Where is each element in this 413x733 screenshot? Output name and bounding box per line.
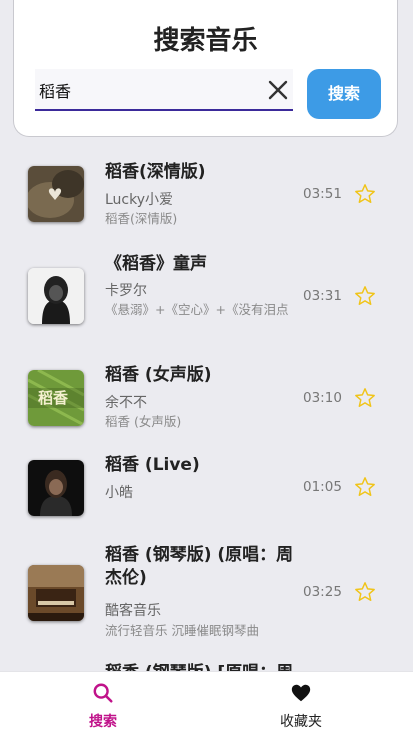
star-icon[interactable] <box>354 387 376 409</box>
star-icon[interactable] <box>354 285 376 307</box>
star-icon[interactable] <box>354 476 376 498</box>
star-icon[interactable] <box>354 183 376 205</box>
song-duration: 03:51 <box>303 186 342 202</box>
cover-caption: 稻香 <box>38 389 69 407</box>
album-cover <box>28 166 84 222</box>
song-title: 稻香(深情版) <box>105 162 206 182</box>
search-field[interactable] <box>35 69 293 111</box>
bottom-nav: 搜索 收藏夹 <box>0 671 413 733</box>
song-duration: 03:25 <box>303 584 342 600</box>
star-icon[interactable] <box>354 581 376 603</box>
search-icon <box>93 683 113 703</box>
album-cover <box>28 460 84 516</box>
search-panel: 搜索音乐 搜索 <box>13 0 398 137</box>
list-item[interactable]: 《稻香》童声 卡罗尔 《悬溺》+《空心》+《没有泪点 03:31 <box>0 248 413 352</box>
song-album: 《悬溺》+《空心》+《没有泪点 <box>105 302 289 317</box>
song-title: 稻香 (钢琴版) (原唱：周杰伦) <box>105 545 294 588</box>
search-input[interactable] <box>37 75 261 105</box>
song-artist: 余不不 <box>105 395 147 411</box>
page-title: 搜索音乐 <box>153 26 258 56</box>
song-album: 流行轻音乐 沉睡催眠钢琴曲 <box>105 623 259 638</box>
list-item[interactable]: 稻香 稻香 (女声版) 余不不 稻香 (女声版) 03:10 <box>0 352 413 446</box>
song-artist: Lucky小爱 <box>105 192 174 208</box>
list-item[interactable]: 稻香(深情版) Lucky小爱 稻香(深情版) 03:51 <box>0 148 413 248</box>
album-cover <box>28 268 84 324</box>
search-button[interactable]: 搜索 <box>307 69 381 119</box>
song-artist: 卡罗尔 <box>105 283 147 299</box>
song-artist: 小皓 <box>105 485 133 501</box>
song-album: 稻香 (女声版) <box>105 414 182 429</box>
song-title: 稻香 (Live) <box>105 455 200 475</box>
song-title: 《稻香》童声 <box>105 254 207 274</box>
heart-icon <box>291 684 311 702</box>
list-item[interactable]: 稻香 (钢琴版) (原唱：周杰伦) 酷客音乐 流行轻音乐 沉睡催眠钢琴曲 03:… <box>0 534 413 652</box>
nav-favorites[interactable]: 收藏夹 <box>198 672 404 733</box>
song-album: 稻香(深情版) <box>105 211 178 226</box>
song-duration: 03:31 <box>303 288 342 304</box>
nav-search-label: 搜索 <box>89 714 117 730</box>
list-item[interactable]: 稻香 (Live) 小皓 01:05 <box>0 446 413 534</box>
nav-favorites-label: 收藏夹 <box>280 714 322 730</box>
album-cover: 稻香 <box>28 370 84 426</box>
nav-search[interactable]: 搜索 <box>0 672 206 733</box>
song-duration: 03:10 <box>303 390 342 406</box>
song-title: 稻香 (女声版) <box>105 365 212 385</box>
album-cover <box>28 565 84 621</box>
clear-icon[interactable] <box>265 77 291 103</box>
song-artist: 酷客音乐 <box>105 603 161 619</box>
song-duration: 01:05 <box>303 479 342 495</box>
